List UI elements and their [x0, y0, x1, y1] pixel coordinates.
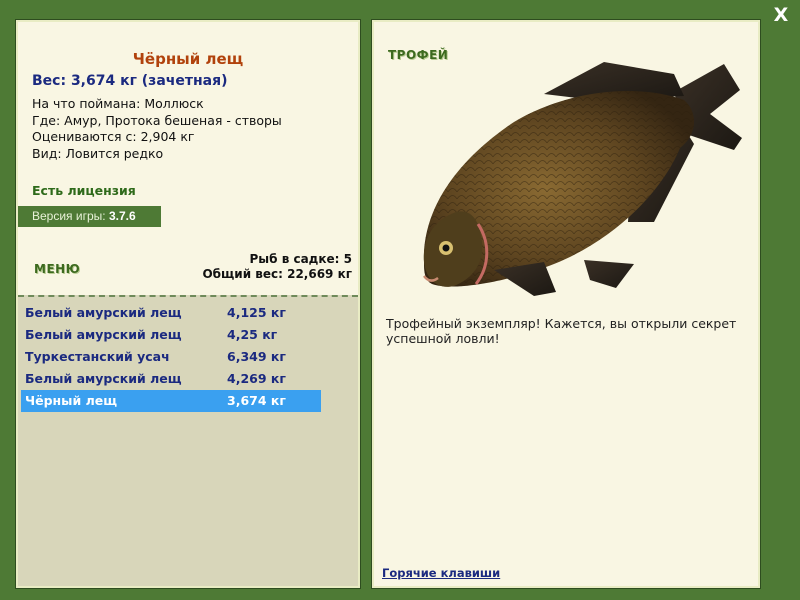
rarity-info: Вид: Ловится редко — [32, 145, 164, 161]
catch-row[interactable]: Белый амурский лещ 4,269 кг — [21, 368, 321, 390]
bream-fish-image — [423, 62, 742, 296]
catch-name: Чёрный лещ — [25, 393, 118, 408]
keepnet-stats: Рыб в садке: 5 Общий вес: 22,669 кг — [202, 252, 352, 282]
rating-info: Оцениваются с: 2,904 кг — [32, 129, 195, 144]
menu-button[interactable]: МЕНЮ — [34, 262, 80, 276]
catch-row-selected[interactable]: Чёрный лещ 3,674 кг — [21, 390, 321, 412]
bait-info: На что поймана: Моллюск — [32, 96, 204, 111]
fish-name: Чёрный лещ — [132, 50, 244, 68]
keepnet-count: Рыб в садке: 5 — [249, 252, 353, 266]
catch-row[interactable]: Белый амурский лещ 4,25 кг — [21, 324, 321, 346]
catch-name: Белый амурский лещ — [25, 305, 182, 320]
trophy-description: Трофейный экземпляр! Кажется, вы открыли… — [386, 316, 737, 346]
version-badge: Версия игры: 3.7.6 — [18, 206, 161, 227]
fish-details: На что поймана: Моллюск Где: Амур, Прото… — [32, 96, 282, 162]
catch-weight: 4,269 кг — [227, 371, 286, 386]
catch-weight: 6,349 кг — [227, 349, 286, 364]
location-info: Где: Амур, Протока бешеная - створы — [32, 112, 282, 128]
catch-name: Туркестанский усач — [25, 349, 170, 364]
catch-row[interactable]: Белый амурский лещ 4,125 кг — [21, 302, 321, 324]
catch-name: Белый амурский лещ — [25, 371, 182, 386]
license-status: Есть лицензия — [32, 183, 136, 198]
catch-row[interactable]: Туркестанский усач 6,349 кг — [21, 346, 321, 368]
catch-weight: 3,674 кг — [227, 393, 286, 408]
keepnet-total-weight: Общий вес: 22,669 кг — [202, 267, 352, 281]
fish-info-panel: Чёрный лещ Вес: 3,674 кг (зачетная) На ч… — [15, 19, 361, 589]
catch-list: Белый амурский лещ 4,125 кг Белый амурск… — [18, 295, 358, 586]
close-button[interactable]: X — [770, 4, 792, 26]
trophy-panel: ТРОФЕЙ Трофейный экземпляр! Кажется, вы … — [371, 19, 761, 589]
version-value: 3.7.6 — [108, 209, 136, 223]
fish-weight: Вес: 3,674 кг (зачетная) — [32, 73, 228, 89]
hotkeys-link[interactable]: Горячие клавиши — [382, 566, 500, 580]
catch-weight: 4,125 кг — [227, 305, 286, 320]
catch-name: Белый амурский лещ — [25, 327, 182, 342]
version-label: Версия игры: — [32, 209, 106, 223]
catch-weight: 4,25 кг — [227, 327, 278, 342]
